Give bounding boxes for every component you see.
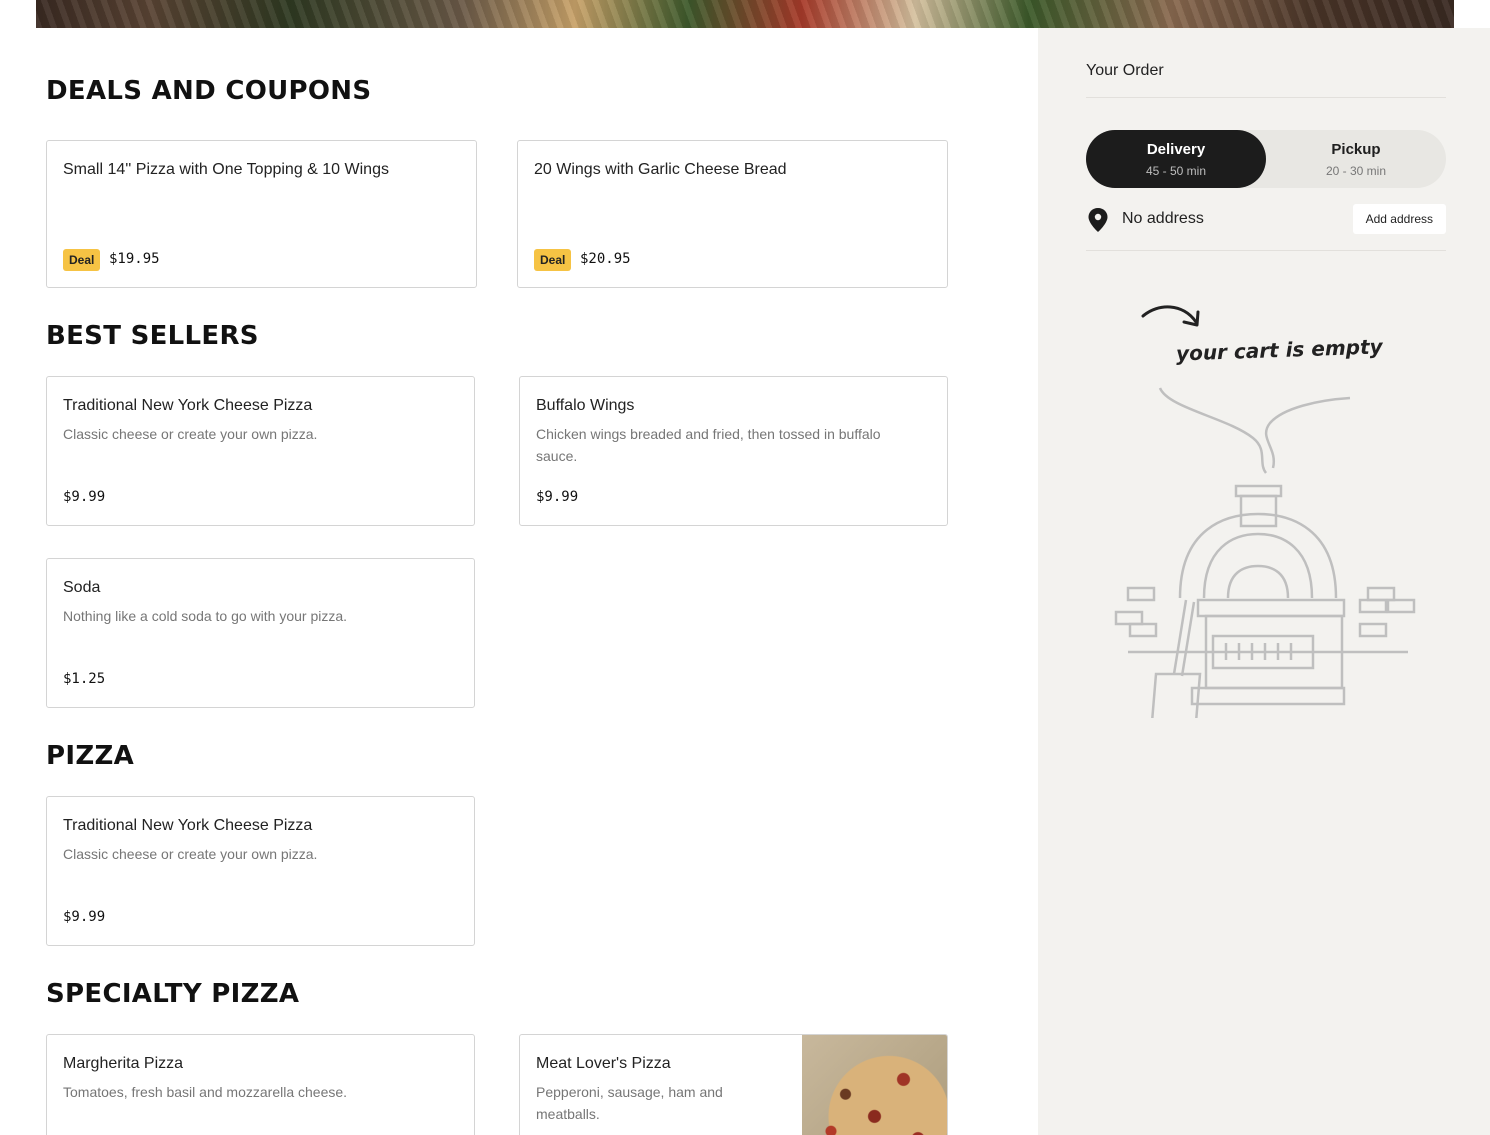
- menu-item-card[interactable]: Traditional New York Cheese Pizza Classi…: [46, 376, 475, 526]
- item-name: Meat Lover's Pizza: [536, 1055, 671, 1072]
- item-price: $1.25: [63, 671, 106, 687]
- add-address-button[interactable]: Add address: [1352, 204, 1446, 234]
- deal-name: 20 Wings with Garlic Cheese Bread: [534, 161, 787, 178]
- pickup-label: Pickup: [1331, 141, 1381, 158]
- pickup-time: 20 - 30 min: [1325, 164, 1387, 178]
- fulfillment-toggle: Delivery 45 - 50 min Pickup 20 - 30 min: [1086, 130, 1446, 188]
- item-name: Buffalo Wings: [536, 397, 635, 414]
- menu-item-card[interactable]: Soda Nothing like a cold soda to go with…: [46, 558, 475, 708]
- deal-card[interactable]: 20 Wings with Garlic Cheese Bread Deal $…: [517, 140, 948, 288]
- deal-badge: Deal: [63, 249, 101, 271]
- section-title-pizza: PIZZA: [46, 741, 135, 771]
- address-text: No address: [1122, 210, 1204, 227]
- item-price: $9.99: [536, 489, 579, 505]
- item-description: Pepperoni, sausage, ham and meatballs.: [536, 1084, 723, 1122]
- order-sidebar: Your Order Delivery 45 - 50 min Pickup 2…: [1038, 28, 1490, 1135]
- deal-price: $19.95: [109, 251, 160, 267]
- divider: [1086, 97, 1446, 98]
- menu-item-card[interactable]: Margherita Pizza Tomatoes, fresh basil a…: [46, 1034, 475, 1135]
- item-description: Nothing like a cold soda to go with your…: [63, 608, 348, 624]
- map-pin-icon: [1088, 208, 1108, 232]
- delivery-label: Delivery: [1146, 141, 1206, 158]
- pickup-option[interactable]: Pickup 20 - 30 min: [1266, 130, 1446, 188]
- item-name: Soda: [63, 579, 101, 596]
- section-title-best-sellers: BEST SELLERS: [46, 321, 259, 351]
- item-price: $9.99: [63, 489, 106, 505]
- menu-main: DEALS AND COUPONS Small 14'' Pizza with …: [0, 28, 1038, 1135]
- item-name: Traditional New York Cheese Pizza: [63, 397, 313, 414]
- delivery-time: 45 - 50 min: [1145, 164, 1207, 178]
- menu-item-card[interactable]: Traditional New York Cheese Pizza Classi…: [46, 796, 475, 946]
- hero-banner-image: [36, 0, 1454, 28]
- divider: [1086, 250, 1446, 251]
- item-description: Classic cheese or create your own pizza.: [63, 426, 318, 442]
- item-description: Chicken wings breaded and fried, then to…: [536, 426, 881, 464]
- pizza-oven-icon: [1114, 387, 1416, 718]
- order-title: Your Order: [1086, 62, 1164, 79]
- item-description: Tomatoes, fresh basil and mozzarella che…: [63, 1084, 348, 1100]
- deal-price: $20.95: [580, 251, 631, 267]
- section-title-deals: DEALS AND COUPONS: [46, 76, 372, 106]
- item-name: Margherita Pizza: [63, 1055, 184, 1072]
- meat-lovers-pizza-image: [802, 1035, 947, 1135]
- address-row: No address Add address: [1086, 204, 1446, 234]
- menu-item-card[interactable]: Meat Lover's Pizza Pepperoni, sausage, h…: [519, 1034, 948, 1135]
- item-name: Traditional New York Cheese Pizza: [63, 817, 313, 834]
- section-title-specialty-pizza: SPECIALTY PIZZA: [46, 979, 300, 1009]
- item-description: Classic cheese or create your own pizza.: [63, 846, 318, 862]
- deal-badge: Deal: [534, 249, 572, 271]
- deal-name: Small 14'' Pizza with One Topping & 10 W…: [63, 161, 389, 178]
- deal-card[interactable]: Small 14'' Pizza with One Topping & 10 W…: [46, 140, 477, 288]
- menu-item-card[interactable]: Buffalo Wings Chicken wings breaded and …: [519, 376, 948, 526]
- delivery-option[interactable]: Delivery 45 - 50 min: [1086, 130, 1266, 188]
- item-price: $9.99: [63, 909, 106, 925]
